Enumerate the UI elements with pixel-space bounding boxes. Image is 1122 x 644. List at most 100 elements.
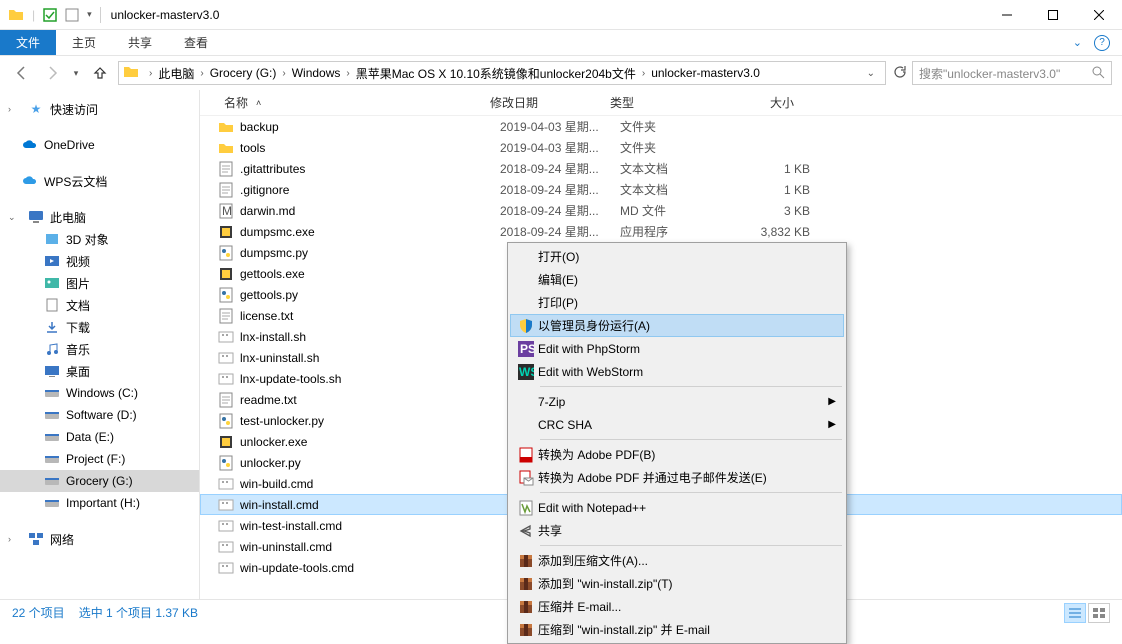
menu-item-label: 压缩并 E-mail... [538, 598, 814, 615]
chevron-right-icon[interactable]: › [340, 68, 355, 79]
sidebar-item-label: Grocery (G:) [66, 474, 133, 488]
file-row[interactable]: backup2019-04-03 星期...文件夹 [200, 116, 1122, 137]
minimize-button[interactable] [984, 0, 1030, 30]
sidebar-item-label: Project (F:) [66, 452, 125, 466]
large-icons-view-button[interactable] [1088, 603, 1110, 623]
sidebar-item-label: 下载 [66, 319, 90, 336]
file-name: unlocker.py [240, 456, 500, 470]
sidebar-item[interactable]: Data (E:) [0, 426, 199, 448]
sidebar-item[interactable]: Important (H:) [0, 492, 199, 514]
chevron-down-icon[interactable]: ▾ [87, 9, 92, 20]
context-menu-item[interactable]: CRC SHA▶ [510, 413, 844, 436]
sidebar-item[interactable]: 3D 对象 [0, 228, 199, 250]
up-button[interactable] [88, 61, 112, 85]
sidebar-item[interactable]: Project (F:) [0, 448, 199, 470]
ribbon-tab-home[interactable]: 主页 [56, 30, 112, 55]
context-menu-item[interactable]: 添加到压缩文件(A)... [510, 549, 844, 572]
qat-dropdown-icon[interactable] [65, 8, 79, 22]
sidebar-item[interactable]: Grocery (G:) [0, 470, 199, 492]
context-menu-item[interactable]: 共享 [510, 519, 844, 542]
col-date[interactable]: 修改日期 [484, 94, 604, 111]
chevron-right-icon[interactable]: › [194, 68, 209, 79]
breadcrumb-item[interactable]: Grocery (G:) [210, 66, 277, 80]
ribbon-tab-share[interactable]: 共享 [112, 30, 168, 55]
breadcrumb-item[interactable]: 此电脑 [158, 65, 194, 82]
sidebar-item-quick-access[interactable]: ›★快速访问 [0, 98, 199, 120]
breadcrumb-item[interactable]: unlocker-masterv3.0 [651, 66, 760, 80]
context-menu-item[interactable]: 压缩到 "win-install.zip" 并 E-mail [510, 618, 844, 641]
sidebar-item[interactable]: 文档 [0, 294, 199, 316]
sidebar-item[interactable]: 视频 [0, 250, 199, 272]
sidebar-item[interactable]: 下载 [0, 316, 199, 338]
col-size[interactable]: 大小 [724, 94, 814, 111]
file-icon [218, 497, 234, 513]
forward-button[interactable] [40, 61, 64, 85]
drive-icon [44, 407, 60, 423]
checkbox-icon[interactable] [43, 8, 57, 22]
recent-dropdown[interactable]: ▾ [70, 61, 82, 85]
file-row[interactable]: dumpsmc.exe2018-09-24 星期...应用程序3,832 KB [200, 221, 1122, 242]
refresh-button[interactable] [892, 65, 906, 82]
menu-item-label: 以管理员身份运行(A) [538, 317, 814, 334]
context-menu-item[interactable]: 打开(O) [510, 245, 844, 268]
file-name: unlocker.exe [240, 435, 500, 449]
context-menu-item[interactable]: 转换为 Adobe PDF(B) [510, 443, 844, 466]
context-menu-item[interactable]: 7-Zip▶ [510, 390, 844, 413]
address-bar[interactable]: › 此电脑 › Grocery (G:) › Windows › 黑苹果Mac … [118, 61, 886, 85]
sidebar-item-label: 音乐 [66, 341, 90, 358]
col-name[interactable]: 名称˄ [218, 94, 484, 111]
file-row[interactable]: .gitignore2018-09-24 星期...文本文档1 KB [200, 179, 1122, 200]
file-name: license.txt [240, 309, 500, 323]
sidebar-item-this-pc[interactable]: ⌄此电脑 [0, 206, 199, 228]
details-view-button[interactable] [1064, 603, 1086, 623]
context-menu-item[interactable]: 以管理员身份运行(A) [510, 314, 844, 337]
ribbon-tab-view[interactable]: 查看 [168, 30, 224, 55]
maximize-button[interactable] [1030, 0, 1076, 30]
menu-separator [540, 492, 842, 493]
ribbon-file-tab[interactable]: 文件 [0, 30, 56, 55]
sidebar-item-wps[interactable]: WPS云文档 [0, 170, 199, 192]
back-button[interactable] [10, 61, 34, 85]
menu-item-label: Edit with WebStorm [538, 365, 814, 379]
sidebar-item[interactable]: 图片 [0, 272, 199, 294]
title-bar: | ▾ unlocker-masterv3.0 [0, 0, 1122, 30]
svg-text:M: M [222, 204, 232, 218]
sidebar-item[interactable]: 桌面 [0, 360, 199, 382]
close-button[interactable] [1076, 0, 1122, 30]
chevron-down-icon[interactable]: ⌄ [8, 212, 18, 223]
help-icon[interactable]: ? [1094, 35, 1110, 51]
search-box[interactable]: 搜索"unlocker-masterv3.0" [912, 61, 1112, 85]
file-name: tools [240, 141, 500, 155]
context-menu-item[interactable]: 打印(P) [510, 291, 844, 314]
context-menu-item[interactable]: WSEdit with WebStorm [510, 360, 844, 383]
col-type[interactable]: 类型 [604, 94, 724, 111]
context-menu-item[interactable]: 转换为 Adobe PDF 并通过电子邮件发送(E) [510, 466, 844, 489]
sidebar-item[interactable]: Windows (C:) [0, 382, 199, 404]
chevron-right-icon[interactable]: › [8, 534, 18, 544]
sidebar-item-network[interactable]: ›网络 [0, 528, 199, 550]
context-menu-item[interactable]: PSEdit with PhpStorm [510, 337, 844, 360]
breadcrumb-item[interactable]: Windows [292, 66, 341, 80]
sidebar-item-label: 3D 对象 [66, 231, 109, 248]
context-menu-item[interactable]: Edit with Notepad++ [510, 496, 844, 519]
chevron-right-icon[interactable]: › [8, 104, 18, 114]
sidebar-item-label: 图片 [66, 275, 90, 292]
chevron-right-icon[interactable]: › [276, 68, 291, 79]
file-name: dumpsmc.exe [240, 225, 500, 239]
sidebar-item[interactable]: Software (D:) [0, 404, 199, 426]
sidebar-item[interactable]: 音乐 [0, 338, 199, 360]
context-menu-item[interactable]: 添加到 "win-install.zip"(T) [510, 572, 844, 595]
chevron-down-icon[interactable]: ⌄ [1073, 36, 1082, 49]
drive-icon [44, 451, 60, 467]
chevron-down-icon[interactable]: ⌄ [861, 68, 881, 79]
chevron-right-icon[interactable]: › [143, 68, 158, 79]
file-row[interactable]: .gitattributes2018-09-24 星期...文本文档1 KB [200, 158, 1122, 179]
drive-icon [44, 385, 60, 401]
context-menu-item[interactable]: 压缩并 E-mail... [510, 595, 844, 618]
file-row[interactable]: Mdarwin.md2018-09-24 星期...MD 文件3 KB [200, 200, 1122, 221]
sidebar-item-onedrive[interactable]: OneDrive [0, 134, 199, 156]
context-menu-item[interactable]: 编辑(E) [510, 268, 844, 291]
chevron-right-icon[interactable]: › [636, 68, 651, 79]
breadcrumb-item[interactable]: 黑苹果Mac OS X 10.10系统镜像和unlocker204b文件 [356, 65, 636, 82]
file-row[interactable]: tools2019-04-03 星期...文件夹 [200, 137, 1122, 158]
